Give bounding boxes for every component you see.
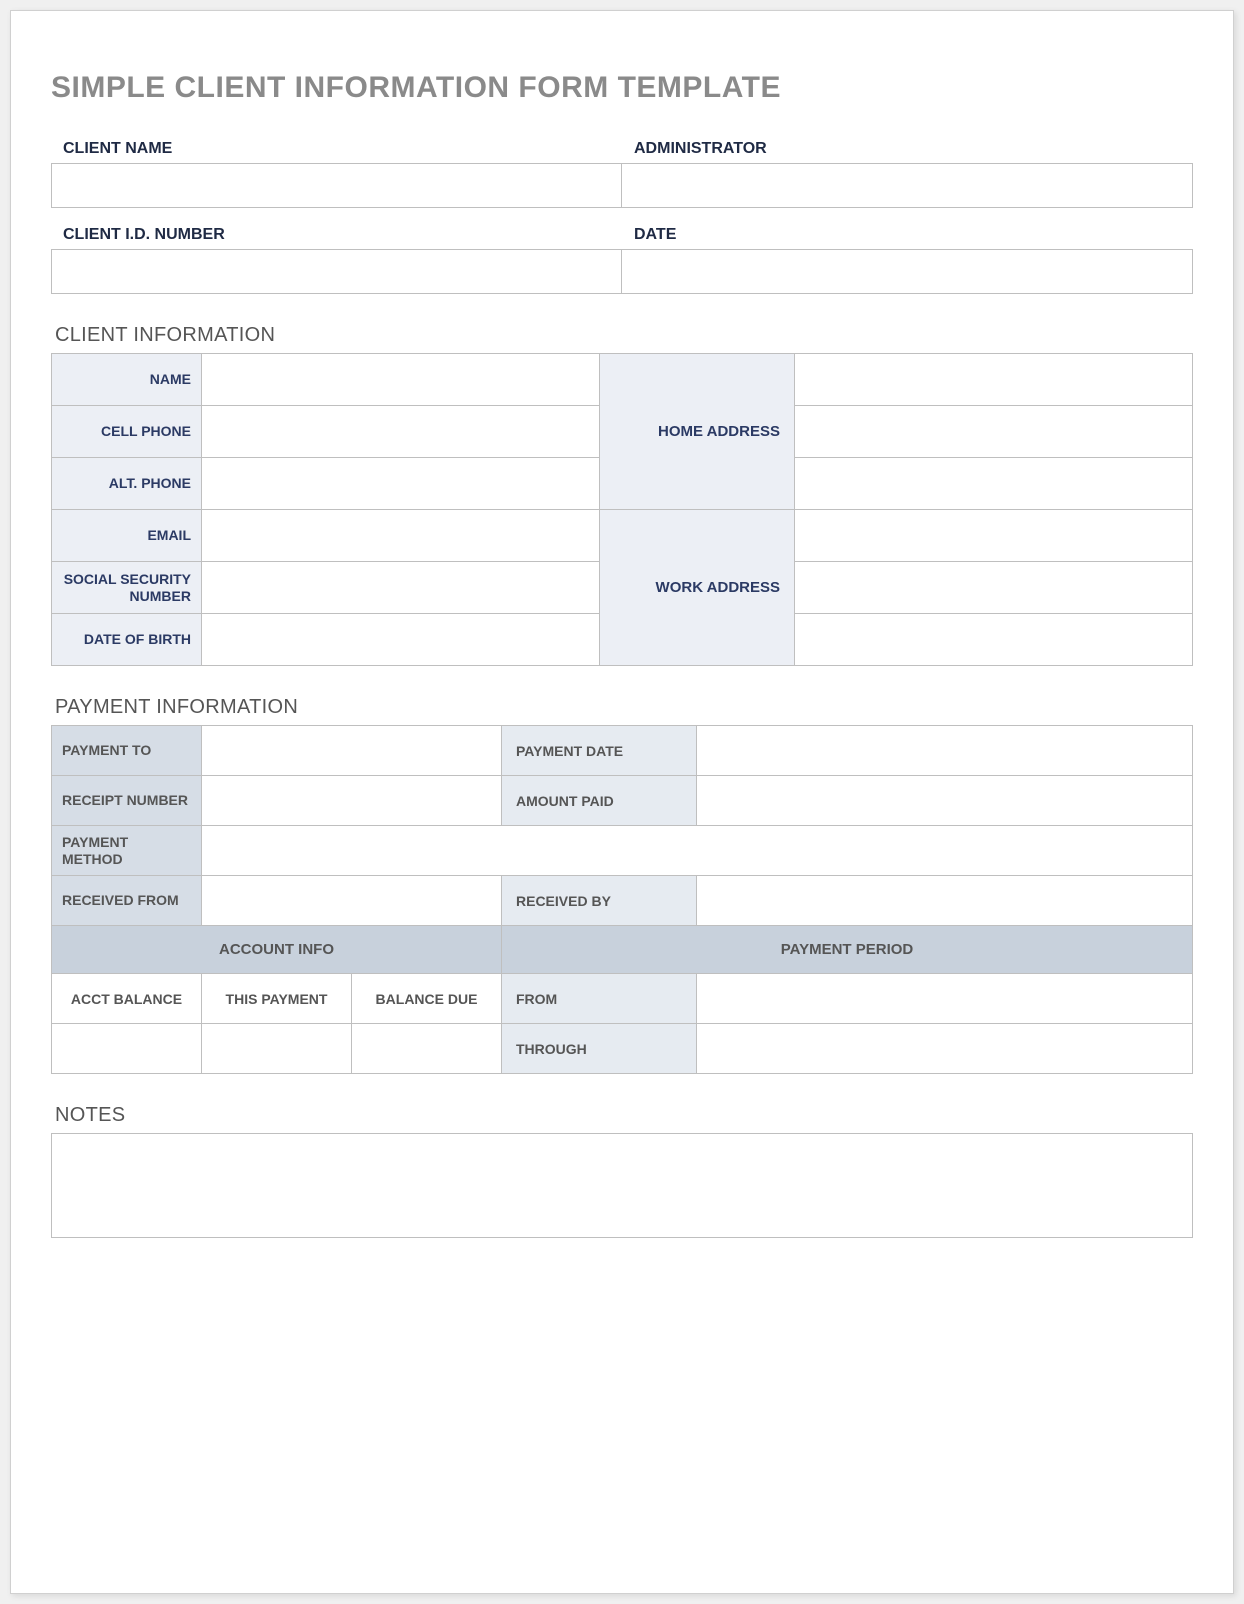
alt-phone-input[interactable]: [202, 458, 600, 510]
this-payment-input[interactable]: [202, 1024, 352, 1074]
notes-input[interactable]: [51, 1133, 1193, 1238]
home-address-input-2[interactable]: [795, 406, 1193, 458]
balance-due-label: BALANCE DUE: [352, 974, 502, 1024]
acct-balance-label: ACCT BALANCE: [52, 974, 202, 1024]
home-address-label: HOME ADDRESS: [600, 354, 795, 510]
amount-paid-label: AMOUNT PAID: [502, 776, 697, 826]
alt-phone-label: ALT. PHONE: [52, 458, 202, 510]
document-page: SIMPLE CLIENT INFORMATION FORM TEMPLATE …: [10, 10, 1234, 1594]
payment-method-label: PAYMENT METHOD: [52, 826, 202, 876]
header-fields: CLIENT NAME ADMINISTRATOR CLIENT I.D. NU…: [51, 140, 1193, 294]
payment-info-heading: PAYMENT INFORMATION: [55, 696, 1193, 719]
page-title: SIMPLE CLIENT INFORMATION FORM TEMPLATE: [51, 71, 1193, 105]
name-input[interactable]: [202, 354, 600, 406]
payment-method-input[interactable]: [202, 826, 1193, 876]
client-info-heading: CLIENT INFORMATION: [55, 324, 1193, 347]
payment-info-table: PAYMENT TO PAYMENT DATE RECEIPT NUMBER A…: [51, 725, 1193, 1074]
payment-to-input[interactable]: [202, 726, 502, 776]
ssn-input[interactable]: [202, 562, 600, 614]
work-address-label: WORK ADDRESS: [600, 510, 795, 666]
balance-due-input[interactable]: [352, 1024, 502, 1074]
notes-heading: NOTES: [55, 1104, 1193, 1127]
amount-paid-input[interactable]: [697, 776, 1193, 826]
received-by-input[interactable]: [697, 876, 1193, 926]
receipt-number-input[interactable]: [202, 776, 502, 826]
payment-date-label: PAYMENT DATE: [502, 726, 697, 776]
through-label: THROUGH: [502, 1024, 697, 1074]
administrator-input[interactable]: [622, 163, 1193, 208]
ssn-label: SOCIAL SECURITY NUMBER: [52, 562, 202, 614]
account-info-header: ACCOUNT INFO: [52, 926, 502, 974]
received-by-label: RECEIVED BY: [502, 876, 697, 926]
work-address-input-3[interactable]: [795, 614, 1193, 666]
email-label: EMAIL: [52, 510, 202, 562]
this-payment-label: THIS PAYMENT: [202, 974, 352, 1024]
email-input[interactable]: [202, 510, 600, 562]
home-address-input-1[interactable]: [795, 354, 1193, 406]
dob-input[interactable]: [202, 614, 600, 666]
work-address-input-2[interactable]: [795, 562, 1193, 614]
date-label: DATE: [622, 226, 1193, 249]
dob-label: DATE OF BIRTH: [52, 614, 202, 666]
cell-phone-input[interactable]: [202, 406, 600, 458]
home-address-input-3[interactable]: [795, 458, 1193, 510]
client-name-input[interactable]: [51, 163, 622, 208]
through-input[interactable]: [697, 1024, 1193, 1074]
name-label: NAME: [52, 354, 202, 406]
work-address-input-1[interactable]: [795, 510, 1193, 562]
client-name-label: CLIENT NAME: [51, 140, 622, 163]
client-id-label: CLIENT I.D. NUMBER: [51, 226, 622, 249]
client-info-table: NAME HOME ADDRESS CELL PHONE ALT. PHONE …: [51, 353, 1193, 666]
cell-phone-label: CELL PHONE: [52, 406, 202, 458]
administrator-label: ADMINISTRATOR: [622, 140, 1193, 163]
from-input[interactable]: [697, 974, 1193, 1024]
payment-to-label: PAYMENT TO: [52, 726, 202, 776]
received-from-input[interactable]: [202, 876, 502, 926]
receipt-number-label: RECEIPT NUMBER: [52, 776, 202, 826]
client-id-input[interactable]: [51, 249, 622, 294]
received-from-label: RECEIVED FROM: [52, 876, 202, 926]
payment-period-header: PAYMENT PERIOD: [502, 926, 1193, 974]
acct-balance-input[interactable]: [52, 1024, 202, 1074]
payment-date-input[interactable]: [697, 726, 1193, 776]
from-label: FROM: [502, 974, 697, 1024]
date-input[interactable]: [622, 249, 1193, 294]
